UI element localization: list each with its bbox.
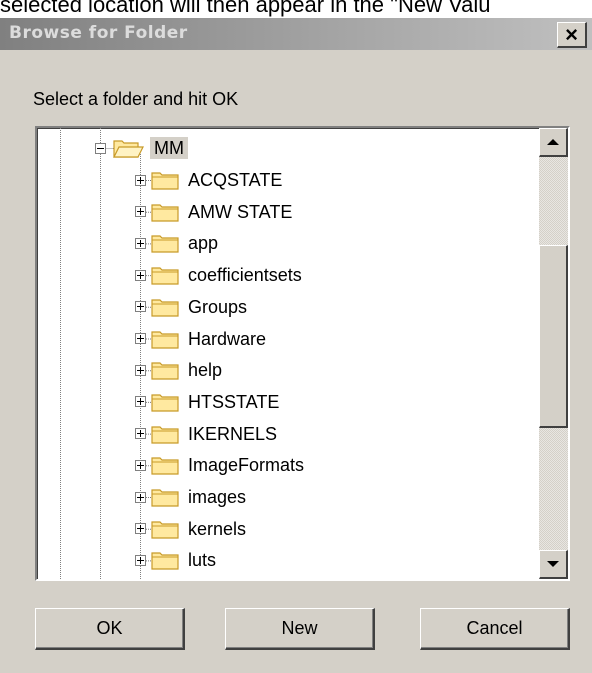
tree-item[interactable]: kernels	[135, 513, 246, 545]
tree-item[interactable]: HTSSTATE	[135, 386, 279, 418]
tree-item[interactable]: AMW STATE	[135, 196, 292, 228]
folder-icon	[151, 362, 179, 380]
tree-item[interactable]: Groups	[135, 291, 247, 323]
tree-item-label: luts	[188, 550, 217, 571]
plus-box-icon[interactable]	[135, 206, 146, 218]
tree-item-label: ACQSTATE	[188, 170, 283, 190]
folder-icon	[151, 172, 179, 190]
tree-item[interactable]: IKERNELS	[135, 418, 277, 450]
plus-box-icon[interactable]	[135, 491, 146, 503]
folder-icon	[151, 489, 179, 507]
plus-box-icon[interactable]	[135, 459, 146, 471]
folder-icon	[151, 330, 179, 349]
folder-icon	[151, 552, 179, 570]
plus-box-icon[interactable]	[135, 428, 146, 440]
tree-item[interactable]: coefficientsets	[135, 259, 302, 291]
tree-item-label: Hardware	[188, 328, 267, 349]
folder-tree-view[interactable]: MM ACQSTATE AMW STATE app coefficientsets Gr…	[35, 126, 570, 581]
plus-box-icon[interactable]	[135, 237, 146, 249]
dialog-title: Browse for Folder	[9, 23, 188, 43]
tree-item-label: IKERNELS	[188, 423, 278, 444]
tree-item[interactable]: app	[135, 227, 218, 259]
scroll-up-button[interactable]	[539, 128, 568, 157]
tree-item[interactable]: Hardware	[135, 323, 266, 355]
cancel-button[interactable]: Cancel	[420, 608, 570, 650]
tree-item-label: ImageFormats	[188, 455, 305, 476]
tree-item[interactable]: luts	[135, 544, 216, 576]
folder-icon	[151, 521, 179, 539]
triangle-down-icon	[547, 561, 559, 567]
tree-item-label: images	[188, 487, 247, 507]
close-button[interactable]: ×	[557, 22, 587, 48]
folder-icon	[151, 457, 179, 475]
folder-icon	[151, 425, 179, 444]
tree-item-root[interactable]: MM	[95, 132, 188, 164]
folder-icon	[151, 394, 179, 412]
tree-item-label: app	[188, 233, 219, 254]
tree-item[interactable]: ImageFormats	[135, 449, 304, 481]
ok-button[interactable]: OK	[35, 608, 185, 650]
scroll-thumb[interactable]	[539, 245, 568, 428]
plus-box-icon[interactable]	[135, 174, 146, 186]
scroll-down-button[interactable]	[539, 550, 568, 579]
plus-box-icon[interactable]	[135, 364, 146, 376]
folder-icon	[151, 267, 179, 285]
plus-box-icon[interactable]	[135, 523, 146, 535]
title-bar[interactable]: Browse for Folder ×	[0, 18, 592, 50]
folder-icon	[151, 235, 179, 253]
tree-item-label: kernels	[188, 518, 247, 539]
new-button[interactable]: New	[225, 608, 375, 650]
tree-item-label: MM	[150, 137, 188, 159]
plus-box-icon[interactable]	[135, 269, 146, 281]
tree-item-label: AMW STATE	[188, 201, 293, 222]
triangle-up-icon	[547, 139, 559, 145]
tree-item-label: coefficientsets	[188, 265, 302, 286]
tree-item-label: HTSSTATE	[188, 391, 280, 412]
tree-item[interactable]: images	[135, 481, 246, 513]
minus-box-icon[interactable]	[95, 142, 106, 154]
folder-icon	[151, 299, 179, 317]
plus-box-icon[interactable]	[135, 301, 146, 313]
close-icon: ×	[565, 21, 578, 47]
tree-item[interactable]: help	[135, 354, 222, 386]
vertical-scrollbar[interactable]	[539, 128, 568, 579]
tree-item-label: help	[188, 360, 223, 381]
tree-item[interactable]: ACQSTATE	[135, 164, 282, 196]
folder-open-icon	[113, 140, 144, 158]
folder-icon	[151, 204, 179, 222]
browse-for-folder-dialog: Browse for Folder × Select a folder and …	[0, 18, 592, 673]
plus-box-icon[interactable]	[135, 554, 146, 566]
instruction-text: Select a folder and hit OK	[33, 89, 239, 109]
plus-box-icon[interactable]	[135, 333, 146, 344]
background-partial-text: selected location will then appear in th…	[0, 0, 491, 17]
tree-item-label: Groups	[188, 296, 248, 317]
plus-box-icon[interactable]	[135, 396, 146, 408]
